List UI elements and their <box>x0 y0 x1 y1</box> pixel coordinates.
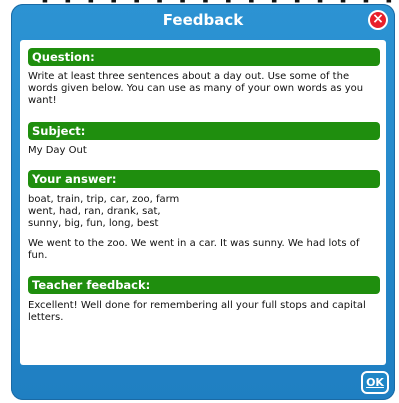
question-text: Write at least three sentences about a d… <box>28 71 364 106</box>
dialog-title: Feedback <box>162 11 244 29</box>
subject-header: Subject: <box>28 122 380 140</box>
teacher-feedback-header: Teacher feedback: <box>28 276 380 294</box>
feedback-panel: Question: Write at least three sentences… <box>20 40 386 365</box>
answer-words-line-2: went, had, ran, drank, sat, <box>28 206 161 217</box>
answer-text: We went to the zoo. We went in a car. It… <box>28 238 360 261</box>
subject-text: My Day Out <box>28 145 87 156</box>
question-header: Question: <box>28 48 380 66</box>
ok-button[interactable]: OK <box>361 371 389 394</box>
dialog-titlebar: Feedback × <box>11 4 395 36</box>
close-icon[interactable]: × <box>368 10 388 30</box>
feedback-dialog: Feedback × Question: Write at least thre… <box>11 4 395 400</box>
answer-words-line-3: sunny, big, fun, long, best <box>28 218 159 229</box>
answer-header: Your answer: <box>28 170 380 188</box>
teacher-feedback-text: Excellent! Well done for remembering all… <box>28 300 366 323</box>
answer-words-line-1: boat, train, trip, car, zoo, farm <box>28 194 180 205</box>
